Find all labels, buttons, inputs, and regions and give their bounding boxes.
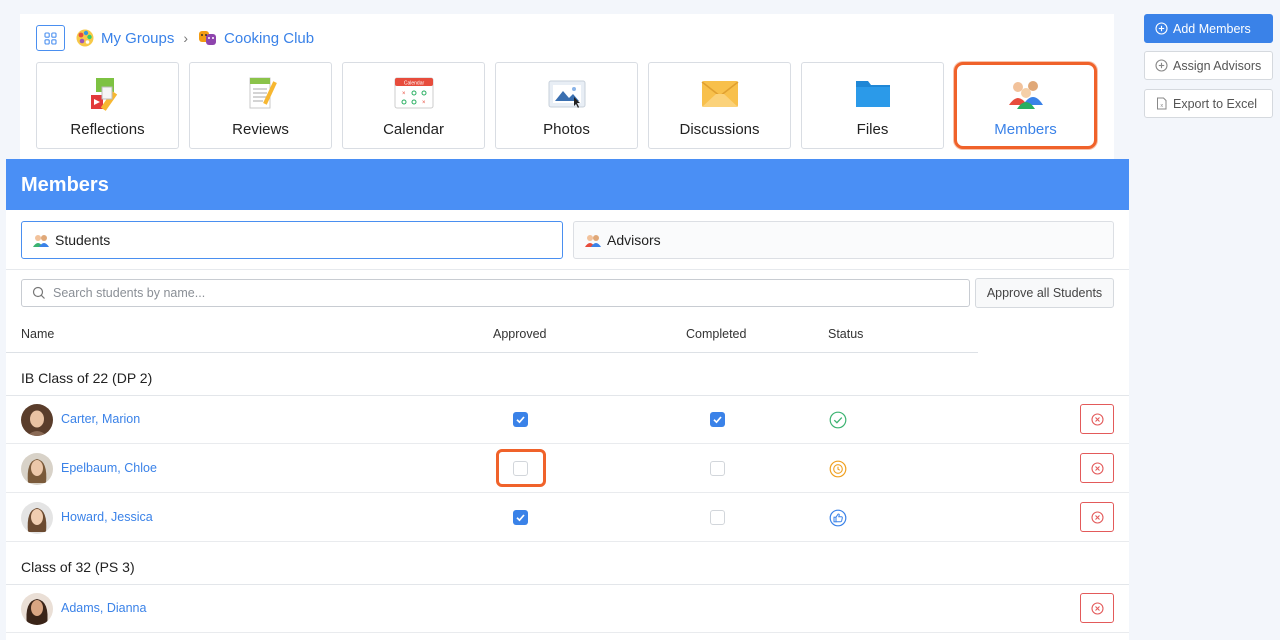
add-members-button[interactable]: Add Members — [1144, 14, 1273, 43]
header-divider — [6, 352, 978, 353]
students-icon — [33, 234, 49, 247]
members-title: Members — [6, 159, 1129, 210]
calendar-icon: Calendar × × — [394, 77, 433, 109]
tile-reflections[interactable]: Reflections — [36, 62, 179, 149]
table-row: Howard, Jessica — [6, 493, 1129, 542]
remove-member-button[interactable] — [1080, 502, 1114, 532]
close-circle-icon — [1090, 461, 1104, 475]
thumbs-up-circle-icon — [829, 509, 847, 527]
approve-all-students-button[interactable]: Approve all Students — [975, 278, 1114, 308]
breadcrumb: My Groups › Cooking Club — [36, 25, 314, 51]
remove-member-button[interactable] — [1080, 593, 1114, 623]
svg-text:×: × — [402, 91, 406, 97]
avatar — [21, 502, 53, 534]
tile-label: Discussions — [679, 121, 760, 138]
close-circle-icon — [1090, 412, 1104, 426]
group-title: Class of 32 (PS 3) — [21, 559, 135, 575]
apps-grid-button[interactable] — [36, 25, 65, 51]
close-circle-icon — [1090, 510, 1104, 524]
clock-circle-icon — [829, 460, 847, 478]
calendar-icon-text: Calendar — [403, 81, 424, 87]
breadcrumb-my-groups[interactable]: My Groups — [75, 28, 174, 48]
column-header-approved: Approved — [493, 327, 547, 341]
tile-members[interactable]: Members — [954, 62, 1097, 149]
reflections-icon — [90, 78, 117, 111]
tab-advisors[interactable]: Advisors — [573, 221, 1114, 259]
files-icon — [855, 81, 890, 107]
member-name-link[interactable]: Adams, Dianna — [61, 601, 146, 615]
svg-text:x: x — [1160, 103, 1163, 109]
export-excel-button[interactable]: x Export to Excel — [1144, 89, 1273, 118]
assign-advisors-button[interactable]: Assign Advisors — [1144, 51, 1273, 80]
reviews-icon — [249, 77, 277, 109]
plus-circle-icon — [1155, 22, 1168, 35]
tab-advisors-label: Advisors — [607, 232, 661, 248]
column-header-name: Name — [21, 327, 55, 341]
groups-palette-icon — [76, 29, 94, 47]
export-excel-label: Export to Excel — [1173, 96, 1258, 111]
divider — [6, 269, 1129, 270]
tile-reviews[interactable]: Reviews — [189, 62, 332, 149]
close-circle-icon — [1090, 601, 1104, 615]
student-search[interactable] — [21, 279, 970, 307]
completed-checkbox[interactable] — [710, 412, 725, 427]
tile-label: Reflections — [70, 121, 145, 138]
group-nav-panel: My Groups › Cooking Club Reflections Rev… — [20, 14, 1114, 159]
remove-member-button[interactable] — [1080, 404, 1114, 434]
avatar — [21, 404, 53, 436]
column-header-status: Status — [828, 327, 864, 341]
tile-label: Reviews — [232, 121, 289, 138]
member-type-tabs: Students Advisors — [21, 221, 1114, 259]
tile-calendar[interactable]: Calendar × × Calendar — [342, 62, 485, 149]
member-name-link[interactable]: Howard, Jessica — [61, 510, 153, 524]
member-name-link[interactable]: Epelbaum, Chloe — [61, 461, 157, 475]
assign-advisors-label: Assign Advisors — [1173, 58, 1262, 73]
table-row: Epelbaum, Chloe — [6, 444, 1129, 493]
add-members-label: Add Members — [1173, 21, 1251, 36]
table-row: Adams, Dianna — [6, 584, 1129, 633]
table-row: Carter, Marion — [6, 395, 1129, 444]
completed-checkbox[interactable] — [710, 461, 725, 476]
tab-students-label: Students — [55, 232, 111, 248]
search-input[interactable] — [53, 286, 933, 300]
tile-photos[interactable]: Photos — [495, 62, 638, 149]
tile-discussions[interactable]: Discussions — [648, 62, 791, 149]
column-header-completed: Completed — [686, 327, 747, 341]
members-icon — [1008, 81, 1043, 109]
chevron-right-icon: › — [183, 30, 189, 46]
approved-checkbox[interactable] — [513, 461, 528, 476]
breadcrumb-current-label: Cooking Club — [224, 29, 315, 47]
tab-students[interactable]: Students — [21, 221, 563, 259]
search-icon — [32, 286, 45, 299]
svg-text:×: × — [422, 100, 426, 106]
advisors-icon — [585, 234, 601, 247]
tile-label: Photos — [543, 121, 590, 138]
members-panel: Members Students Advisors Search student… — [6, 159, 1129, 640]
avatar — [21, 593, 53, 625]
feature-tiles: Reflections Reviews Calendar × × Calenda… — [36, 62, 1107, 149]
member-name-link[interactable]: Carter, Marion — [61, 412, 140, 426]
theater-masks-icon — [199, 31, 217, 45]
grid-icon — [44, 31, 57, 45]
group-title: IB Class of 22 (DP 2) — [21, 370, 153, 386]
excel-file-icon: x — [1157, 97, 1167, 110]
breadcrumb-cooking-club[interactable]: Cooking Club — [198, 28, 314, 48]
approved-checkbox[interactable] — [513, 510, 528, 525]
completed-checkbox[interactable] — [710, 510, 725, 525]
plus-circle-icon — [1155, 59, 1168, 72]
remove-member-button[interactable] — [1080, 453, 1114, 483]
check-circle-icon — [829, 411, 847, 429]
member-actions: Add Members Assign Advisors x Export to … — [1144, 14, 1273, 126]
approved-checkbox[interactable] — [513, 412, 528, 427]
tile-files[interactable]: Files — [801, 62, 944, 149]
avatar — [21, 453, 53, 485]
photos-icon — [548, 80, 585, 108]
tile-label: Files — [856, 121, 889, 138]
tile-label: Calendar — [383, 121, 444, 138]
breadcrumb-root-label: My Groups — [101, 29, 175, 47]
discussions-icon — [701, 81, 738, 107]
tile-label: Members — [994, 121, 1057, 138]
